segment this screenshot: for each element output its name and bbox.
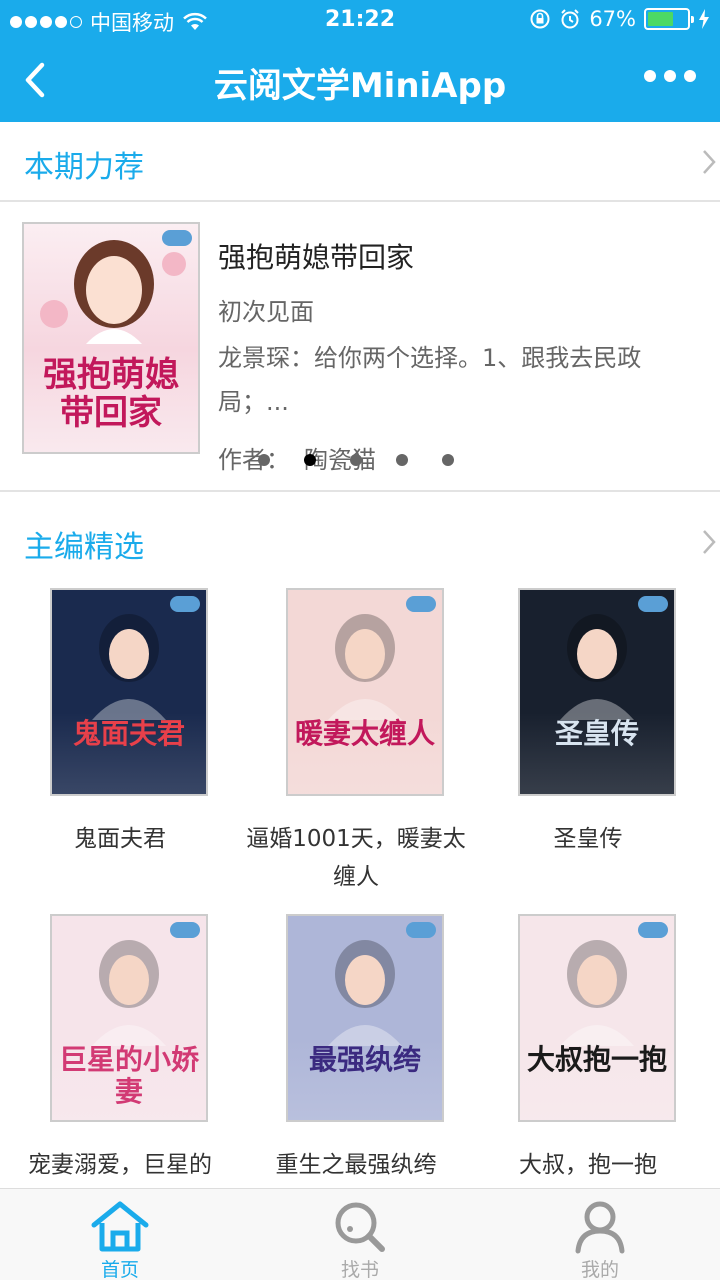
book-title[interactable]: 鬼面夫君 — [10, 820, 230, 858]
featured-book-cover[interactable]: 强抱萌媳带回家 — [22, 222, 200, 454]
featured-cover-title: 强抱萌媳带回家 — [43, 355, 179, 433]
book-title[interactable]: 圣皇传 — [478, 820, 698, 858]
editors-pick-section-title: 主编精选 — [24, 530, 144, 565]
book-card[interactable]: 暖妻太缠人逼婚1001天，暖妻太缠人 — [236, 588, 476, 910]
cover-figure-icon — [92, 614, 166, 720]
home-icon — [91, 1201, 149, 1252]
book-cover[interactable]: 大叔抱一抱 — [518, 914, 676, 1122]
cover-figure-icon — [328, 940, 402, 1046]
book-cover[interactable]: 鬼面夫君 — [50, 588, 208, 796]
book-cover[interactable]: 巨星的小娇妻 — [50, 914, 208, 1122]
chevron-right-icon — [703, 150, 716, 174]
cover-figure-icon — [560, 940, 634, 1046]
more-icon[interactable] — [644, 70, 696, 82]
carousel-dot[interactable] — [396, 454, 408, 466]
tab-profile[interactable]: 我的 — [480, 1189, 720, 1280]
carousel-dot[interactable] — [442, 454, 454, 466]
featured-chapter: 初次见面 — [218, 298, 314, 326]
book-cover-title: 最强纨绔 — [308, 1043, 421, 1076]
cover-figure-icon — [92, 940, 166, 1046]
charging-icon — [699, 9, 709, 29]
carousel-dot[interactable] — [350, 454, 362, 466]
carousel-dot[interactable] — [304, 454, 316, 466]
tab-bar: 首页 找书 我的 — [0, 1188, 720, 1280]
featured-header[interactable]: 本期力荐 — [0, 122, 720, 202]
page-title: 云阅文学MiniApp — [213, 66, 507, 106]
featured-description: 龙景琛：给你两个选择。1、跟我去民政局；... — [218, 344, 642, 416]
rotation-lock-icon — [530, 9, 550, 29]
book-cover-title: 巨星的小娇妻 — [58, 1043, 199, 1108]
book-title[interactable]: 重生之最强纨绔 — [246, 1146, 466, 1184]
tab-home[interactable]: 首页 — [0, 1189, 240, 1280]
book-title[interactable]: 大叔，抱一抱 — [478, 1146, 698, 1184]
featured-section-title: 本期力荐 — [24, 150, 144, 185]
tab-profile-label: 我的 — [580, 1259, 619, 1280]
book-card[interactable]: 鬼面夫君 鬼面夫君 — [0, 588, 240, 910]
book-cover-title: 暖妻太缠人 — [294, 717, 435, 750]
carousel-indicator[interactable] — [258, 454, 454, 466]
search-icon — [335, 1202, 385, 1252]
carousel-dot[interactable] — [258, 454, 270, 466]
user-icon — [575, 1201, 625, 1254]
featured-book-title[interactable]: 强抱萌媳带回家 — [218, 236, 414, 276]
book-cover[interactable]: 暖妻太缠人 — [286, 588, 444, 796]
chevron-right-icon — [703, 530, 716, 554]
tab-search-label: 找书 — [340, 1259, 379, 1280]
status-bar: 中国移动 21:22 67% — [0, 0, 720, 40]
status-right: 67% — [529, 7, 710, 31]
book-card[interactable]: 圣皇传 圣皇传 — [468, 588, 708, 910]
cover-figure-icon — [40, 240, 186, 344]
book-cover[interactable]: 圣皇传 — [518, 588, 676, 796]
nav-bar: 云阅文学MiniApp — [0, 40, 720, 122]
book-cover[interactable]: 最强纨绔 — [286, 914, 444, 1122]
battery-percent: 67% — [589, 7, 636, 31]
editors-pick-header[interactable]: 主编精选 — [0, 502, 720, 582]
book-cover-title: 鬼面夫君 — [72, 717, 185, 750]
tab-home-label: 首页 — [100, 1259, 139, 1280]
battery-fill — [648, 12, 674, 26]
book-title[interactable]: 宠妻溺爱，巨星的 — [10, 1146, 230, 1184]
tab-search[interactable]: 找书 — [240, 1189, 480, 1280]
book-title[interactable]: 逼婚1001天，暖妻太缠人 — [246, 820, 466, 896]
divider — [0, 200, 720, 202]
cover-figure-icon — [560, 614, 634, 720]
book-cover-title: 大叔抱一抱 — [526, 1043, 667, 1076]
battery-icon — [644, 8, 694, 30]
alarm-icon — [561, 9, 580, 29]
book-cover-title: 圣皇传 — [554, 717, 639, 750]
cover-figure-icon — [328, 614, 402, 720]
